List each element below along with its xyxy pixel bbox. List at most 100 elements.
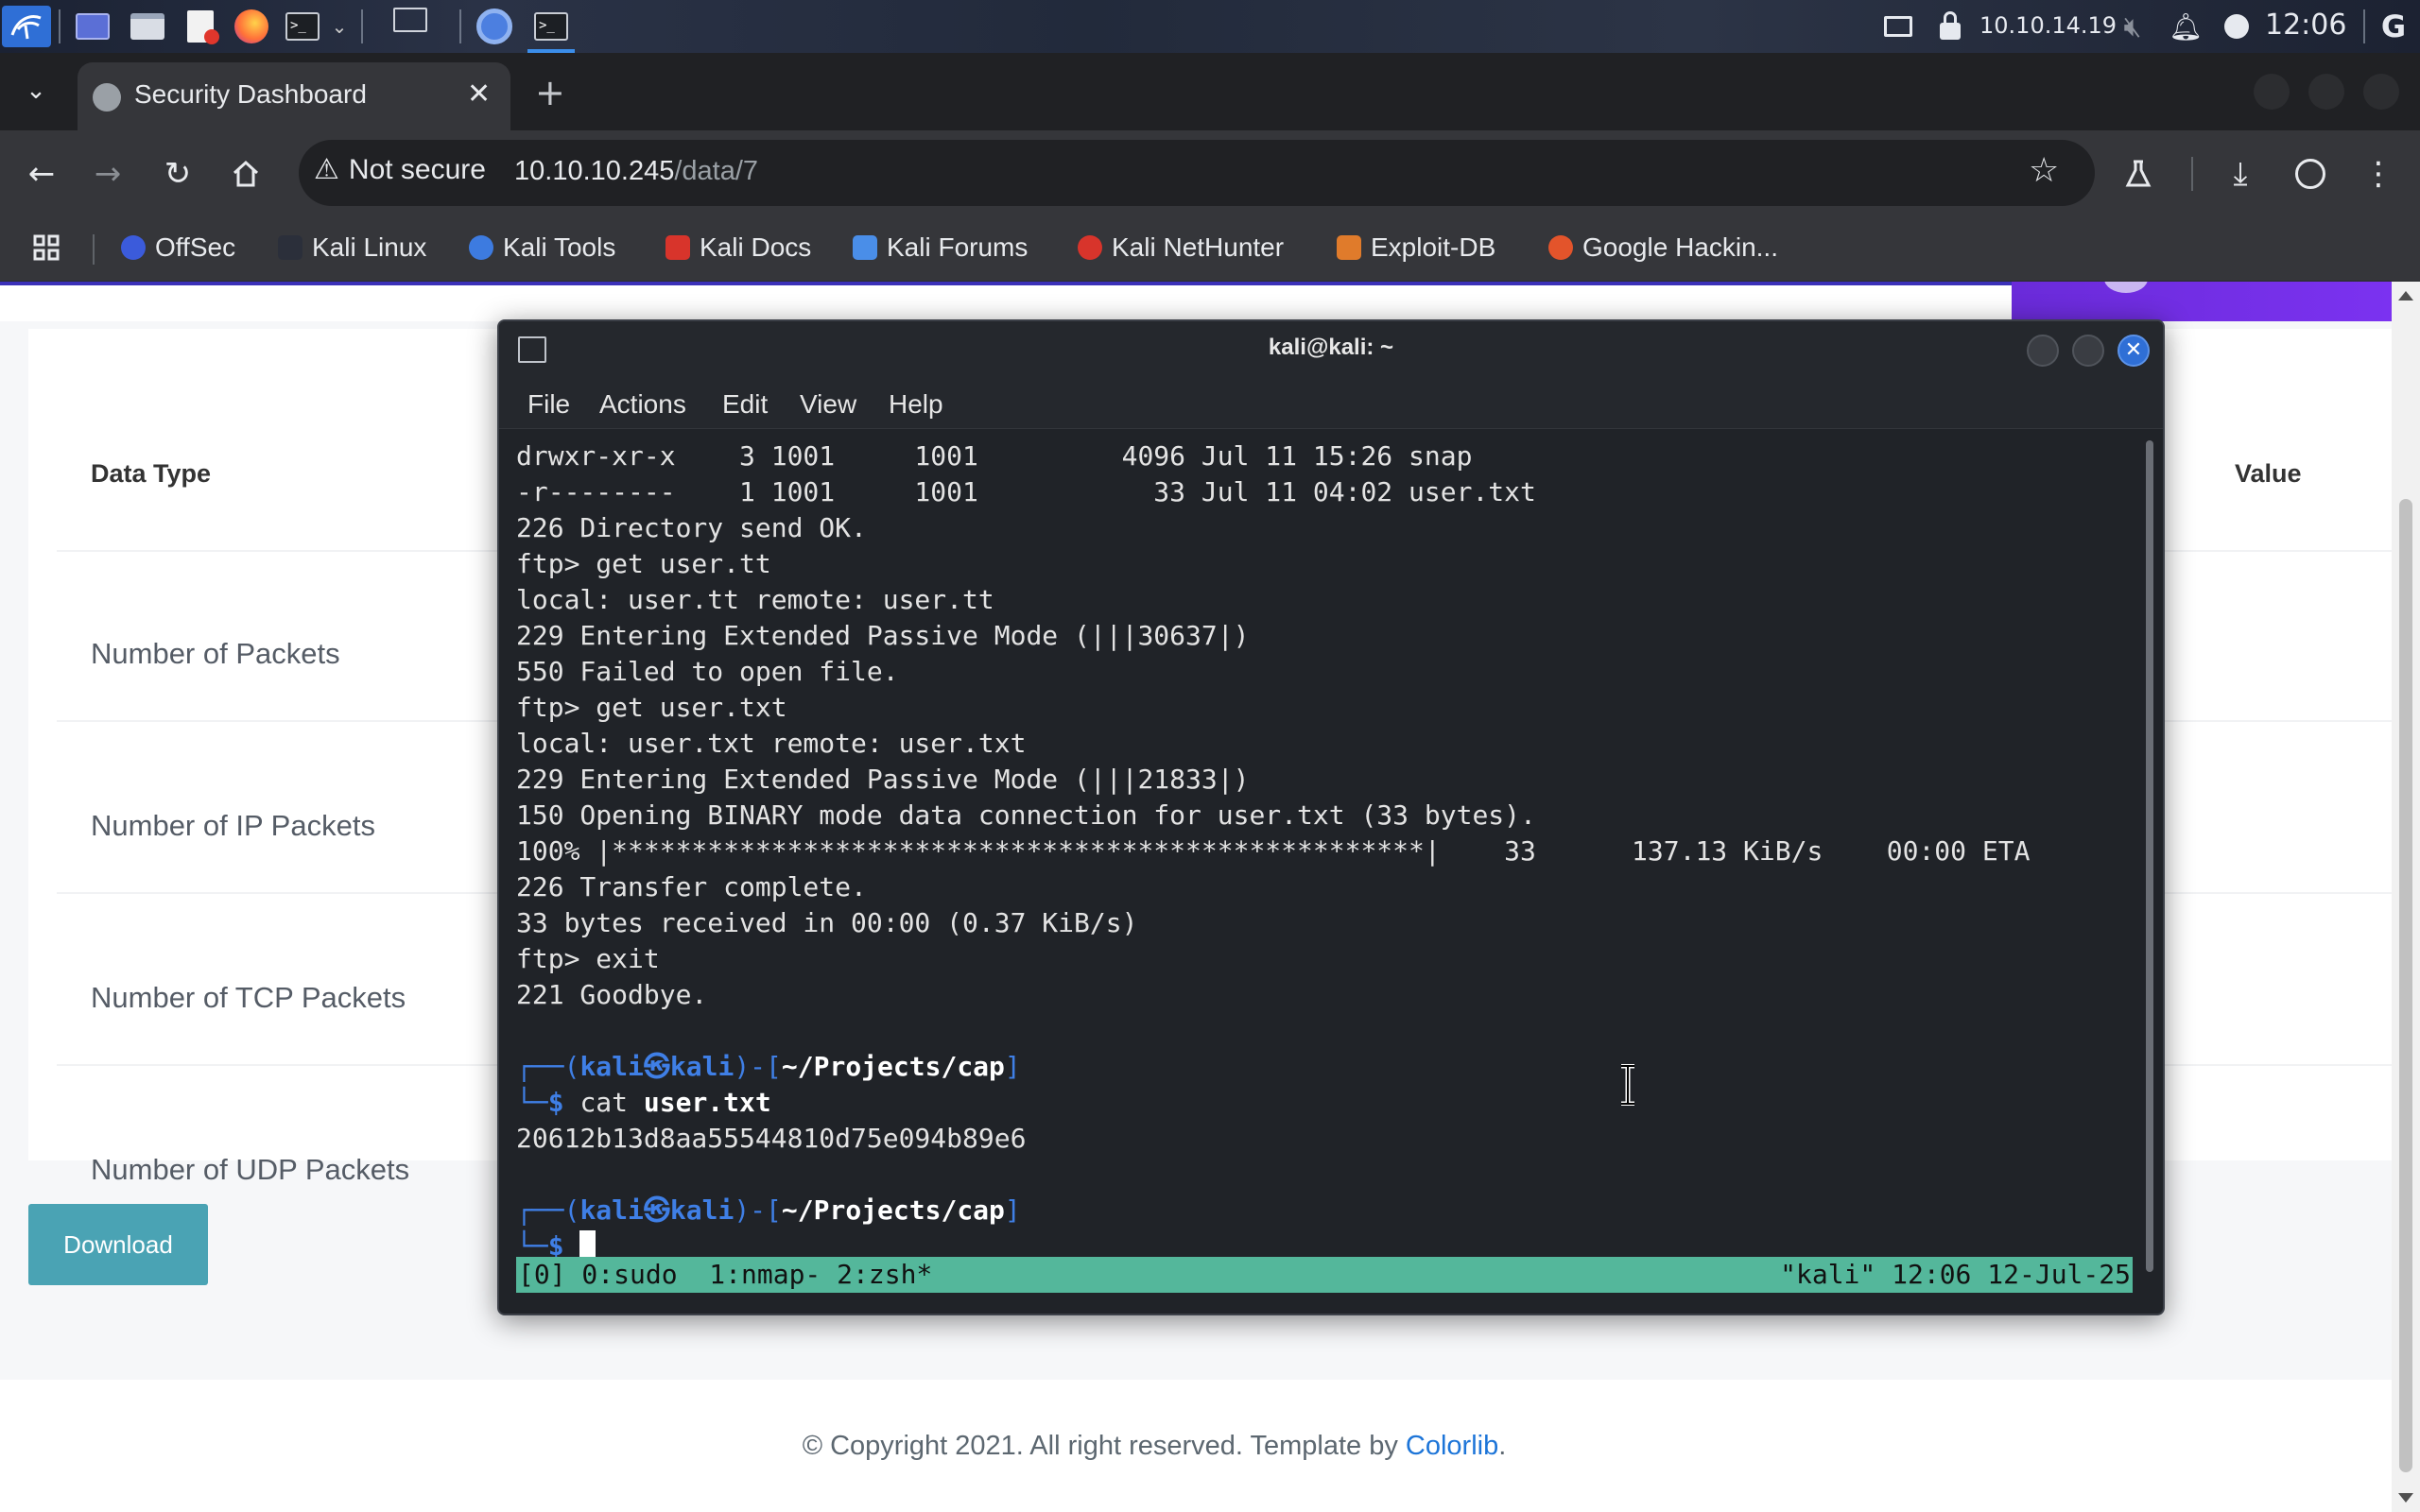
terminal-scrollbar[interactable] xyxy=(2142,431,2159,1281)
close-tab-icon[interactable]: ✕ xyxy=(467,77,491,111)
prompt-line: ┌──(kali㉿kali)-[~/Projects/cap] xyxy=(516,1194,1021,1226)
output-line: 550 Failed to open file. xyxy=(516,656,899,687)
vpn-lock-icon[interactable] xyxy=(1934,6,1966,47)
row-label-tcp-packets: Number of TCP Packets xyxy=(91,981,406,1014)
terminal-minimize-button[interactable] xyxy=(2027,335,2059,367)
terminal-window[interactable]: kali@kali: ~ ✕ File Actions Edit View He… xyxy=(497,319,2165,1315)
terminal-title: kali@kali: ~ xyxy=(1268,335,1394,360)
output-line: local: user.txt remote: user.txt xyxy=(516,728,1027,759)
workspace-1-icon[interactable] xyxy=(371,6,450,47)
profile-icon[interactable] xyxy=(2288,151,2333,197)
terminal-window-icon[interactable]: >_ xyxy=(527,6,575,47)
colorlib-link[interactable]: Colorlib xyxy=(1406,1431,1498,1461)
globe-icon xyxy=(93,83,121,112)
kali-menu-icon[interactable] xyxy=(2,6,51,47)
prompt-line: ┌──(kali㉿kali)-[~/Projects/cap] xyxy=(516,1051,1021,1082)
screen-icon[interactable] xyxy=(1879,6,1917,47)
terminal-text: drwxr-xr-x 3 1001 1001 4096 Jul 11 15:26… xyxy=(516,438,2030,1264)
terminal-titlebar[interactable]: kali@kali: ~ ✕ xyxy=(499,321,2163,378)
avatar xyxy=(2104,282,2148,293)
offsec-icon xyxy=(121,235,146,260)
page-footer: © Copyright 2021. All right reserved. Te… xyxy=(0,1382,2392,1512)
not-secure-label: Not secure xyxy=(348,153,486,185)
bookmark-google-hacking[interactable]: Google Hackin... xyxy=(1548,227,1778,268)
new-tab-button[interactable]: + xyxy=(535,72,565,113)
copyright-text: © Copyright 2021. All right reserved. Te… xyxy=(802,1431,1507,1461)
output-line: 226 Directory send OK. xyxy=(516,512,867,543)
row-label-packets: Number of Packets xyxy=(91,637,340,670)
exploit-db-icon xyxy=(1337,235,1361,260)
row-label-ip-packets: Number of IP Packets xyxy=(91,809,375,842)
reload-icon[interactable]: ↻ xyxy=(155,151,200,197)
bookmark-kali-docs[interactable]: Kali Docs xyxy=(666,227,811,268)
column-header-value: Value xyxy=(2235,459,2302,488)
bookmark-exploit-db[interactable]: Exploit-DB xyxy=(1337,227,1495,268)
tab-title: Security Dashboard xyxy=(134,79,367,109)
bookmark-kali-tools[interactable]: Kali Tools xyxy=(469,227,615,268)
home-icon[interactable] xyxy=(223,151,268,197)
tab-search-icon[interactable]: ⌄ xyxy=(17,70,55,112)
menu-view[interactable]: View xyxy=(800,389,856,420)
chromium-icon[interactable] xyxy=(473,6,516,47)
mouse-ibeam-cursor xyxy=(1618,1063,1637,1109)
bell-icon[interactable]: 🔔︎ xyxy=(2169,6,2203,47)
minimize-button[interactable] xyxy=(2254,74,2290,110)
chevron-down-icon[interactable]: ⌄ xyxy=(327,6,352,47)
url-text[interactable]: 10.10.10.245/data/7 xyxy=(514,156,758,187)
menu-file[interactable]: File xyxy=(527,389,570,420)
terminal-output[interactable]: drwxr-xr-x 3 1001 1001 4096 Jul 11 15:26… xyxy=(499,431,2140,1310)
menu-edit[interactable]: Edit xyxy=(722,389,768,420)
file-manager-icon[interactable] xyxy=(127,6,168,47)
logout-icon[interactable]: G xyxy=(2375,6,2412,47)
text-editor-icon[interactable] xyxy=(180,6,221,47)
menu-kebab-icon[interactable]: ⋮ xyxy=(2356,151,2401,197)
scroll-up-icon xyxy=(2398,291,2413,301)
output-line: -r-------- 1 1001 1001 33 Jul 11 04:02 u… xyxy=(516,476,1536,507)
labs-flask-icon[interactable] xyxy=(2116,151,2161,197)
tmux-status-bar: [0] 0:sudo 1:nmap- 2:zsh* "kali" 12:06 1… xyxy=(516,1257,2133,1293)
output-line: 221 Goodbye. xyxy=(516,979,708,1010)
output-line: 33 bytes received in 00:00 (0.37 KiB/s) xyxy=(516,907,1138,938)
volume-muted-icon[interactable]: 🔇︎ xyxy=(2114,6,2152,47)
terminal-launcher-icon[interactable]: >_ xyxy=(282,6,323,47)
output-line: ftp> get user.tt xyxy=(516,548,771,579)
kali-docs-icon xyxy=(666,235,690,260)
terminal-menubar: File Actions Edit View Help xyxy=(499,378,2163,429)
terminal-maximize-button[interactable] xyxy=(2072,335,2104,367)
scroll-thumb[interactable] xyxy=(2399,499,2412,1472)
firefox-icon[interactable] xyxy=(231,6,272,47)
download-icon[interactable]: ⤓ xyxy=(2218,151,2263,197)
menu-help[interactable]: Help xyxy=(889,389,943,420)
menu-actions[interactable]: Actions xyxy=(599,389,686,420)
tmux-windows: [0] 0:sudo 1:nmap- 2:zsh* xyxy=(518,1259,933,1290)
power-manager-icon[interactable] xyxy=(2220,6,2254,47)
close-icon: ✕ xyxy=(2124,338,2143,362)
terminal-close-button[interactable]: ✕ xyxy=(2118,335,2150,367)
page-scrollbar[interactable] xyxy=(2392,282,2420,1512)
bookmark-kali-nethunter[interactable]: Kali NetHunter xyxy=(1078,227,1284,268)
forward-icon[interactable]: → xyxy=(85,151,130,197)
output-line: 226 Transfer complete. xyxy=(516,871,867,902)
user-panel xyxy=(2012,282,2392,321)
address-bar[interactable]: ⚠ Not secure 10.10.10.245/data/7 ☆ xyxy=(299,140,2095,206)
bookmark-offsec[interactable]: OffSec xyxy=(121,227,235,268)
bookmark-kali-linux[interactable]: Kali Linux xyxy=(278,227,426,268)
bookmark-kali-forums[interactable]: Kali Forums xyxy=(853,227,1028,268)
output-line: ftp> exit xyxy=(516,943,660,974)
browser-toolbar: ← → ↻ ⚠ Not secure 10.10.10.245/data/7 ☆… xyxy=(0,130,2420,217)
bookmark-star-icon[interactable]: ☆ xyxy=(2029,151,2059,190)
show-desktop-icon[interactable] xyxy=(72,6,113,47)
output-line: 150 Opening BINARY mode data connection … xyxy=(516,799,1536,831)
scroll-down-icon xyxy=(2398,1493,2413,1503)
apps-grid-icon[interactable] xyxy=(32,227,60,268)
close-window-button[interactable] xyxy=(2363,74,2399,110)
download-button[interactable]: Download xyxy=(28,1204,208,1285)
tab-security-dashboard[interactable]: Security Dashboard ✕ xyxy=(78,62,510,130)
kali-forums-icon xyxy=(853,235,877,260)
terminal-scroll-thumb[interactable] xyxy=(2146,440,2153,1272)
security-indicator[interactable]: ⚠ Not secure xyxy=(314,153,486,186)
column-header-data-type: Data Type xyxy=(91,459,212,488)
back-icon[interactable]: ← xyxy=(19,151,64,197)
maximize-button[interactable] xyxy=(2308,74,2344,110)
bookmarks-bar: OffSec Kali Linux Kali Tools Kali Docs K… xyxy=(0,217,2420,282)
